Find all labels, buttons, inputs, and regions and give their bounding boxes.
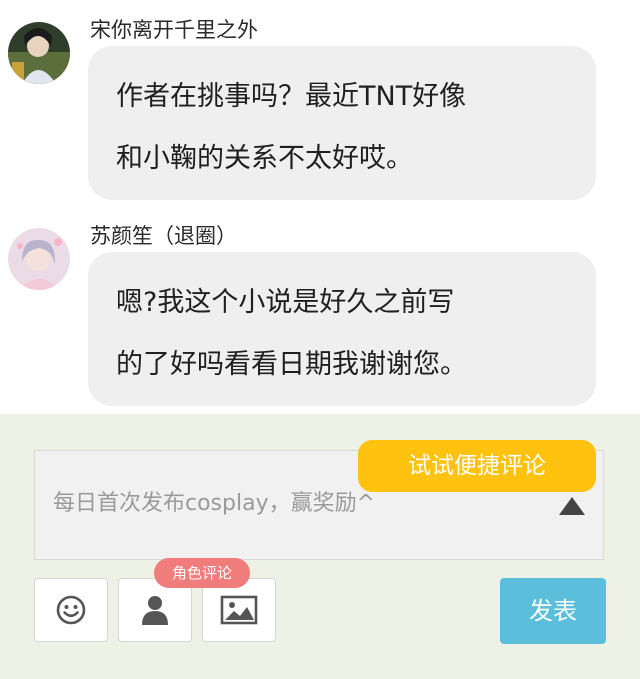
image-icon	[220, 595, 258, 625]
emoji-button[interactable]	[34, 578, 108, 642]
comment-text-line: 的了好吗看看日期我谢谢您。	[116, 349, 467, 380]
smiley-icon	[56, 595, 86, 625]
comment-text-line: 嗯?我这个小说是好久之前写	[116, 287, 455, 318]
comment-bubble: 作者在挑事吗？最近TNT好像 和小鞠的关系不太好哎。	[88, 46, 596, 200]
input-placeholder: 每日首次发布cosplay，赢奖励^	[53, 491, 376, 516]
username[interactable]: 苏颜笙（退圈）	[90, 220, 237, 250]
comment-composer: 每日首次发布cosplay，赢奖励^ 试试便捷评论 角色评论 发表	[0, 414, 640, 679]
avatar[interactable]	[8, 22, 70, 84]
role-comment-badge[interactable]: 角色评论	[154, 558, 250, 588]
quick-comment-tip[interactable]: 试试便捷评论	[358, 440, 596, 492]
person-icon	[142, 596, 168, 625]
comment-bubble: 嗯?我这个小说是好久之前写 的了好吗看看日期我谢谢您。	[88, 252, 596, 406]
username[interactable]: 宋你离开千里之外	[90, 14, 258, 44]
comment-text-line: 和小鞠的关系不太好哎。	[116, 143, 413, 174]
avatar[interactable]	[8, 228, 70, 290]
triangle-up-icon[interactable]	[559, 497, 585, 515]
send-button[interactable]: 发表	[500, 578, 606, 644]
comment-text-line: 作者在挑事吗？最近TNT好像	[116, 81, 467, 112]
